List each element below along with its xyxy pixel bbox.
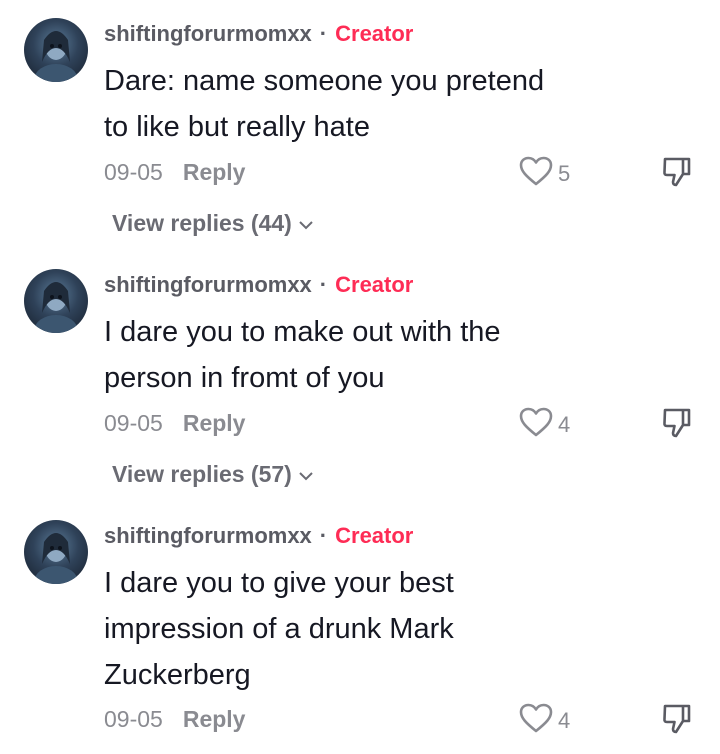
like-button[interactable]: 4 xyxy=(518,702,570,739)
thumbs-down-icon xyxy=(660,704,694,740)
view-replies-label: View replies (57) xyxy=(112,461,292,487)
dislike-button[interactable] xyxy=(660,702,694,741)
comment-header: shiftingforurmomxx · Creator xyxy=(104,271,413,299)
comment-text-line: impression of a drunk Mark xyxy=(104,613,454,645)
comment-date: 09-05 xyxy=(104,706,163,732)
thumbs-down-icon xyxy=(660,157,694,193)
heart-outline-icon xyxy=(518,406,554,443)
comment-text-line: to like but really hate xyxy=(104,111,370,143)
comment-meta: 09-05 Reply xyxy=(104,408,245,438)
view-replies-button[interactable]: View replies (57) xyxy=(112,459,314,489)
comment-header: shiftingforurmomxx · Creator xyxy=(104,522,413,550)
like-count: 4 xyxy=(558,411,571,437)
creator-badge: Creator xyxy=(335,272,414,297)
comment-date: 09-05 xyxy=(104,159,163,185)
comment-text-line: I dare you to make out with the xyxy=(104,316,501,348)
heart-outline-icon xyxy=(518,155,554,192)
creator-badge: Creator xyxy=(335,523,414,548)
comment-meta: 09-05 Reply xyxy=(104,157,245,187)
username[interactable]: shiftingforurmomxx xyxy=(104,523,312,548)
separator-dot: · xyxy=(319,523,328,548)
reply-button[interactable]: Reply xyxy=(183,706,246,732)
avatar[interactable] xyxy=(24,269,88,333)
reply-button[interactable]: Reply xyxy=(183,410,246,436)
separator-dot: · xyxy=(319,21,328,46)
reply-button[interactable]: Reply xyxy=(183,159,246,185)
comment-text-line: Dare: name someone you pretend xyxy=(104,65,545,97)
comment-text: I dare you to give your best impression … xyxy=(104,560,644,698)
comment-text-line: Zuckerberg xyxy=(104,659,251,691)
like-button[interactable]: 4 xyxy=(518,406,570,443)
comment-meta: 09-05 Reply xyxy=(104,704,245,734)
username[interactable]: shiftingforurmomxx xyxy=(104,272,312,297)
dislike-button[interactable] xyxy=(660,155,694,194)
comment-header: shiftingforurmomxx · Creator xyxy=(104,20,413,48)
comment-text: Dare: name someone you pretend to like b… xyxy=(104,58,644,150)
like-count: 5 xyxy=(558,160,571,186)
heart-outline-icon xyxy=(518,702,554,739)
dislike-button[interactable] xyxy=(660,406,694,445)
like-button[interactable]: 5 xyxy=(518,155,570,192)
chevron-down-icon xyxy=(299,472,313,481)
view-replies-label: View replies (44) xyxy=(112,210,292,236)
avatar[interactable] xyxy=(24,18,88,82)
creator-badge: Creator xyxy=(335,21,414,46)
username[interactable]: shiftingforurmomxx xyxy=(104,21,312,46)
view-replies-button[interactable]: View replies (44) xyxy=(112,208,314,238)
comment-text: I dare you to make out with the person i… xyxy=(104,309,644,401)
thumbs-down-icon xyxy=(660,408,694,444)
comment-date: 09-05 xyxy=(104,410,163,436)
chevron-down-icon xyxy=(299,221,313,230)
avatar[interactable] xyxy=(24,520,88,584)
comment-text-line: person in fromt of you xyxy=(104,362,385,394)
like-count: 4 xyxy=(558,707,571,733)
comment-text-line: I dare you to give your best xyxy=(104,567,454,599)
separator-dot: · xyxy=(319,272,328,297)
